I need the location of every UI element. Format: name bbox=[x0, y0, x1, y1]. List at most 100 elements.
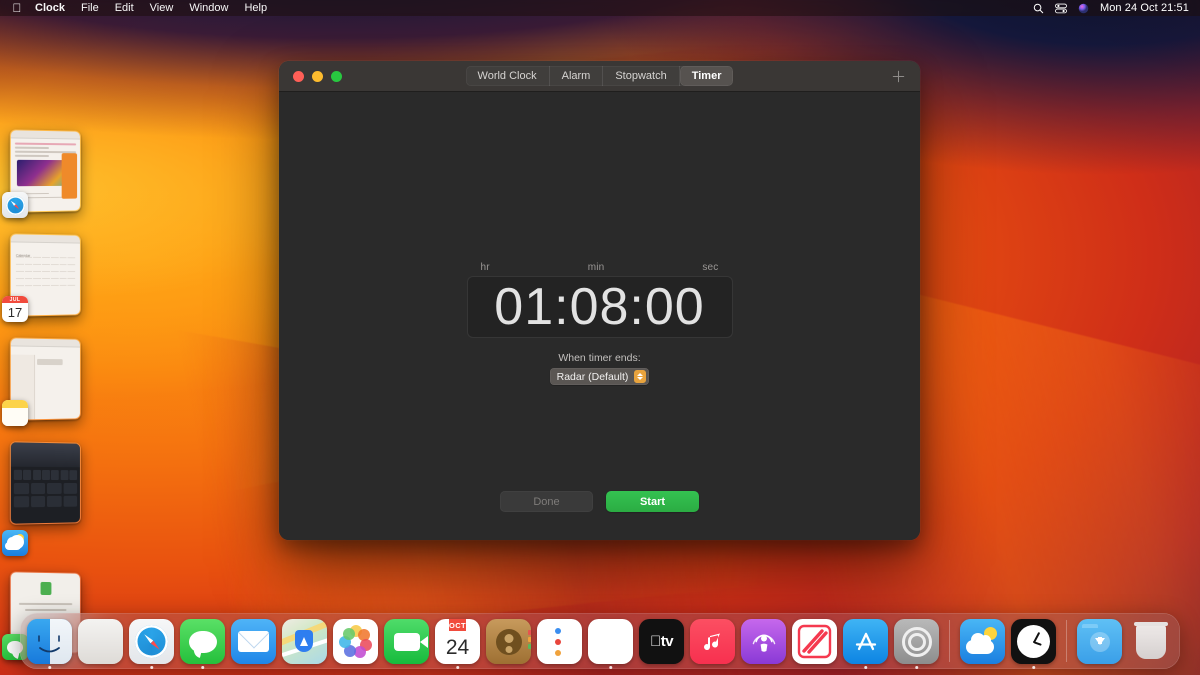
launchpad-icon bbox=[78, 619, 123, 664]
messages-icon bbox=[180, 619, 225, 664]
dock-item-messages[interactable] bbox=[180, 619, 225, 664]
running-indicator bbox=[456, 666, 460, 670]
unit-label-sec: sec bbox=[702, 262, 718, 273]
running-indicator bbox=[1032, 666, 1036, 670]
dock-item-clock[interactable] bbox=[1011, 619, 1056, 664]
dock-item-downloads[interactable] bbox=[1077, 619, 1122, 664]
stage-card-calendar[interactable]: Calendar JUL 17 bbox=[0, 234, 100, 316]
close-button[interactable] bbox=[293, 71, 304, 82]
weather-icon bbox=[2, 530, 28, 556]
contacts-icon bbox=[486, 619, 531, 664]
timer-unit-labels: hr min sec bbox=[467, 262, 733, 273]
dock-item-reminders[interactable] bbox=[537, 619, 582, 664]
mode-segmented-control: World Clock Alarm Stopwatch Timer bbox=[466, 66, 734, 86]
menu-item-file[interactable]: File bbox=[73, 0, 107, 16]
clock-window: World Clock Alarm Stopwatch Timer hr min… bbox=[279, 61, 920, 540]
dock-item-notes[interactable] bbox=[588, 619, 633, 664]
running-indicator bbox=[48, 666, 52, 670]
chevron-up-down-icon bbox=[634, 370, 646, 383]
running-indicator bbox=[609, 666, 613, 670]
window-titlebar[interactable]: World Clock Alarm Stopwatch Timer bbox=[279, 61, 920, 92]
start-button[interactable]: Start bbox=[606, 491, 699, 512]
dock-item-trash[interactable] bbox=[1128, 619, 1173, 664]
unit-label-min: min bbox=[588, 262, 605, 273]
dock-item-system-settings[interactable] bbox=[894, 619, 939, 664]
menu-bar-status-area: Mon 24 Oct 21:51 bbox=[1033, 2, 1192, 14]
app-store-icon bbox=[843, 619, 888, 664]
dock-item-weather[interactable] bbox=[960, 619, 1005, 664]
stage-calendar-badge-month: JUL bbox=[2, 296, 28, 303]
window-content: hr min sec 01:08:00 When timer ends: Rad… bbox=[279, 92, 920, 540]
dock-item-facetime[interactable] bbox=[384, 619, 429, 664]
calendar-month: OCT bbox=[449, 619, 466, 631]
dock-item-podcasts[interactable] bbox=[741, 619, 786, 664]
menu-item-window[interactable]: Window bbox=[181, 0, 236, 16]
apple-icon[interactable]:  bbox=[7, 2, 27, 14]
apple-tv-icon: tv bbox=[639, 619, 684, 664]
stage-calendar-title: Calendar bbox=[16, 254, 30, 258]
done-button[interactable]: Done bbox=[500, 491, 593, 512]
dock-item-finder[interactable] bbox=[27, 619, 72, 664]
calendar-day: 24 bbox=[446, 631, 469, 664]
running-indicator bbox=[150, 666, 154, 670]
menu-item-app-name[interactable]: Clock bbox=[27, 0, 73, 16]
search-icon[interactable] bbox=[1033, 3, 1044, 14]
clock-icon bbox=[1011, 619, 1056, 664]
when-timer-ends-label: When timer ends: bbox=[558, 352, 640, 364]
dock: OCT 24 tv bbox=[20, 613, 1180, 669]
running-indicator bbox=[915, 666, 919, 670]
stage-calendar-badge-day: 17 bbox=[8, 303, 22, 322]
dock-item-launchpad[interactable] bbox=[78, 619, 123, 664]
safari-icon bbox=[129, 619, 174, 664]
downloads-folder-icon bbox=[1077, 619, 1122, 664]
notes-icon bbox=[588, 619, 633, 664]
dock-item-app-store[interactable] bbox=[843, 619, 888, 664]
menu-bar-clock[interactable]: Mon 24 Oct 21:51 bbox=[1100, 2, 1189, 14]
trash-icon bbox=[1128, 619, 1173, 664]
calendar-icon: OCT 24 bbox=[435, 619, 480, 664]
safari-icon bbox=[2, 192, 28, 218]
minimize-button[interactable] bbox=[312, 71, 323, 82]
timer-sound-popup-button[interactable]: Radar (Default) bbox=[550, 368, 650, 385]
zoom-button[interactable] bbox=[331, 71, 342, 82]
menu-item-edit[interactable]: Edit bbox=[107, 0, 142, 16]
stage-card-notes[interactable] bbox=[0, 338, 100, 420]
dock-item-news[interactable] bbox=[792, 619, 837, 664]
dock-item-safari[interactable] bbox=[129, 619, 174, 664]
tab-stopwatch[interactable]: Stopwatch bbox=[603, 66, 679, 86]
dock-item-contacts[interactable] bbox=[486, 619, 531, 664]
timer-sound-value: Radar (Default) bbox=[557, 371, 629, 383]
dock-item-calendar[interactable]: OCT 24 bbox=[435, 619, 480, 664]
dock-divider-1 bbox=[949, 620, 950, 662]
timer-panel: hr min sec 01:08:00 When timer ends: Rad… bbox=[279, 262, 920, 385]
stage-thumb-weather bbox=[10, 441, 81, 525]
add-icon[interactable] bbox=[889, 67, 907, 85]
tab-timer[interactable]: Timer bbox=[680, 66, 734, 86]
stage-card-safari[interactable] bbox=[0, 130, 100, 212]
dock-item-music[interactable] bbox=[690, 619, 735, 664]
news-icon bbox=[792, 619, 837, 664]
dock-item-mail[interactable] bbox=[231, 619, 276, 664]
tab-world-clock[interactable]: World Clock bbox=[466, 66, 550, 86]
calendar-icon: JUL 17 bbox=[2, 296, 28, 322]
control-center-icon[interactable] bbox=[1055, 3, 1067, 14]
dock-item-apple-tv[interactable]: tv bbox=[639, 619, 684, 664]
dock-divider-2 bbox=[1066, 620, 1067, 662]
menu-item-help[interactable]: Help bbox=[236, 0, 275, 16]
running-indicator bbox=[201, 666, 205, 670]
dock-item-photos[interactable] bbox=[333, 619, 378, 664]
timer-digits-field[interactable]: 01:08:00 bbox=[467, 276, 733, 338]
siri-icon[interactable] bbox=[1078, 3, 1089, 14]
notes-icon bbox=[2, 400, 28, 426]
music-icon bbox=[690, 619, 735, 664]
menu-bar:  Clock File Edit View Window Help bbox=[0, 0, 1200, 16]
weather-icon bbox=[960, 619, 1005, 664]
unit-label-hr: hr bbox=[481, 262, 490, 273]
menu-item-view[interactable]: View bbox=[142, 0, 182, 16]
timer-value: 01:08:00 bbox=[494, 281, 704, 333]
photos-icon bbox=[333, 619, 378, 664]
stage-card-weather[interactable] bbox=[0, 442, 100, 550]
tab-alarm[interactable]: Alarm bbox=[550, 66, 604, 86]
traffic-lights bbox=[279, 71, 342, 82]
dock-item-maps[interactable] bbox=[282, 619, 327, 664]
